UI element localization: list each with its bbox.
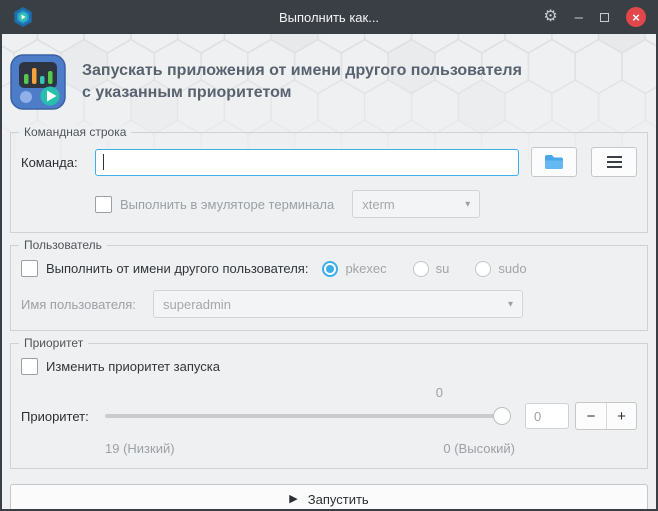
radio-su-label[interactable]: su [436, 261, 450, 276]
priority-label: Приоритет: [21, 408, 89, 424]
auth-method-radios: pkexec su sudo [322, 260, 527, 277]
command-row: Команда: [21, 147, 637, 177]
terminal-checkbox[interactable] [95, 195, 112, 213]
radio-sudo-circle[interactable] [475, 260, 492, 277]
priority-spin-value[interactable]: 0 [525, 403, 569, 429]
run-as-other-user-checkbox[interactable] [21, 260, 38, 277]
username-label: Имя пользователя: [21, 296, 136, 312]
username-value: superadmin [163, 296, 231, 312]
run-button-label: Запустить [307, 491, 369, 507]
priority-slider-handle[interactable] [493, 407, 511, 425]
command-line-group-title: Командная строка [19, 125, 132, 139]
settings-gear-icon[interactable]: ⚙ [543, 9, 557, 25]
command-input-wrap [95, 148, 519, 176]
close-button[interactable]: × [626, 7, 646, 27]
priority-scale: 19 (Низкий) 0 (Высокий) [105, 441, 515, 456]
chevron-down-icon: ▾ [507, 298, 513, 310]
browse-file-button[interactable] [531, 147, 577, 177]
radio-sudo[interactable]: sudo [475, 260, 527, 277]
change-priority-row: Изменить приоритет запуска [21, 358, 637, 375]
terminal-emulator-select[interactable]: xterm ▾ [352, 190, 481, 218]
minimize-button[interactable]: – [575, 10, 583, 25]
radio-su-circle[interactable] [412, 260, 429, 277]
command-label: Команда: [21, 154, 78, 170]
priority-group-title: Приоритет [19, 336, 89, 350]
user-group-title: Пользователь [19, 238, 107, 252]
priority-high-label: 0 (Высокий) [443, 441, 515, 456]
decrement-button[interactable]: − [576, 403, 606, 429]
hamburger-menu-icon [606, 156, 622, 168]
run-button[interactable]: ▶ Запустить [10, 484, 648, 509]
text-cursor [103, 153, 104, 170]
radio-pkexec-circle[interactable] [322, 260, 339, 277]
radio-pkexec[interactable]: pkexec [322, 260, 387, 277]
page-title-line1: Запускать приложения от имени другого по… [82, 61, 522, 79]
window-content: Запускать приложения от имени другого по… [2, 34, 656, 509]
slider-value-label: 0 [435, 385, 443, 400]
change-priority-label[interactable]: Изменить приоритет запуска [46, 359, 220, 374]
radio-pkexec-label[interactable]: pkexec [345, 261, 386, 276]
user-group: Пользователь Выполнить от имени другого … [10, 238, 648, 331]
username-row: Имя пользователя: superadmin ▾ [21, 290, 637, 318]
app-icon [10, 54, 66, 110]
header: Запускать приложения от имени другого по… [2, 34, 656, 120]
command-line-group: Командная строка Команда: Выполнить в эм… [10, 125, 648, 233]
priority-slider[interactable] [105, 407, 511, 425]
folder-icon [545, 155, 563, 169]
command-input[interactable] [95, 148, 519, 176]
terminal-row: Выполнить в эмуляторе терминала xterm ▾ [95, 190, 637, 218]
priority-spin-buttons: − + [575, 402, 637, 430]
page-title-line2: с указанным приоритетом [82, 84, 292, 101]
app-icon-small [14, 7, 32, 27]
app-window: Выполнить как... ⚙ – × Запускать приложе… [0, 0, 658, 511]
priority-group: Приоритет Изменить приоритет запуска 0 П… [10, 336, 648, 469]
run-as-row: Выполнить от имени другого пользователя:… [21, 260, 637, 277]
terminal-emulator-value: xterm [362, 196, 395, 212]
priority-low-label: 19 (Низкий) [105, 441, 175, 456]
titlebar: Выполнить как... ⚙ – × [0, 0, 658, 34]
terminal-checkbox-label[interactable]: Выполнить в эмуляторе терминала [120, 197, 334, 212]
username-select[interactable]: superadmin ▾ [153, 290, 523, 318]
maximize-icon [600, 12, 609, 22]
chevron-down-icon: ▾ [465, 198, 471, 210]
play-icon: ▶ [289, 492, 298, 505]
page-title: Запускать приложения от имени другого по… [82, 60, 522, 105]
radio-su[interactable]: su [412, 260, 450, 277]
priority-slider-row: Приоритет: 0 − + [21, 402, 637, 430]
increment-button[interactable]: + [606, 403, 636, 429]
change-priority-checkbox[interactable] [21, 358, 38, 375]
run-as-other-user-label[interactable]: Выполнить от имени другого пользователя: [46, 261, 308, 276]
titlebar-controls: ⚙ – × [543, 7, 646, 27]
maximize-button[interactable] [600, 12, 609, 22]
radio-sudo-label[interactable]: sudo [498, 261, 526, 276]
menu-button[interactable] [591, 147, 637, 177]
